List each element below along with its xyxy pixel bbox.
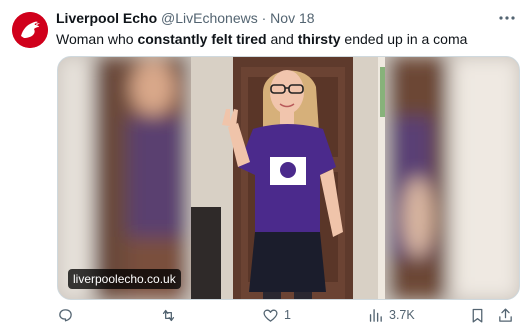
- media-card[interactable]: liverpoolecho.co.uk: [57, 56, 520, 300]
- reply-icon: [59, 308, 72, 321]
- tweet-text-part: ended up in a coma: [340, 31, 468, 47]
- like-count: 1: [284, 308, 291, 322]
- tweet-text-part: and: [266, 31, 298, 47]
- share-button[interactable]: [497, 303, 514, 327]
- author-name[interactable]: Liverpool Echo: [56, 10, 157, 26]
- tweet-header: Liverpool Echo @LivEchonews · Nov 18: [56, 9, 491, 27]
- more-options-icon[interactable]: [497, 8, 517, 28]
- liver-bird-logo: [12, 12, 48, 48]
- separator-dot: ·: [261, 10, 267, 26]
- like-button[interactable]: 1: [262, 303, 291, 327]
- retweet-button[interactable]: [160, 303, 177, 327]
- media-link-caption[interactable]: liverpoolecho.co.uk: [68, 269, 181, 289]
- article-photo: [58, 57, 519, 299]
- heart-icon: [263, 309, 278, 322]
- tweet-text-bold: thirsty: [297, 31, 341, 47]
- share-icon: [499, 307, 512, 322]
- tweet-date[interactable]: Nov 18: [270, 10, 314, 26]
- views-icon: [369, 308, 382, 322]
- bookmark-icon: [472, 308, 483, 323]
- author-handle[interactable]: @LivEchonews: [161, 10, 258, 26]
- views-button[interactable]: 3.7K: [367, 303, 415, 327]
- reply-button[interactable]: [57, 303, 74, 327]
- tweet-text-part: Woman who: [56, 31, 138, 47]
- tweet-actions: 1 3.7K: [57, 303, 521, 327]
- retweet-icon: [162, 309, 175, 321]
- tweet-text: Woman who constantly felt tired and thir…: [56, 30, 517, 48]
- views-count: 3.7K: [389, 308, 415, 322]
- tweet-text-bold: constantly felt tired: [137, 31, 267, 47]
- bookmark-button[interactable]: [469, 303, 486, 327]
- avatar[interactable]: [12, 12, 48, 48]
